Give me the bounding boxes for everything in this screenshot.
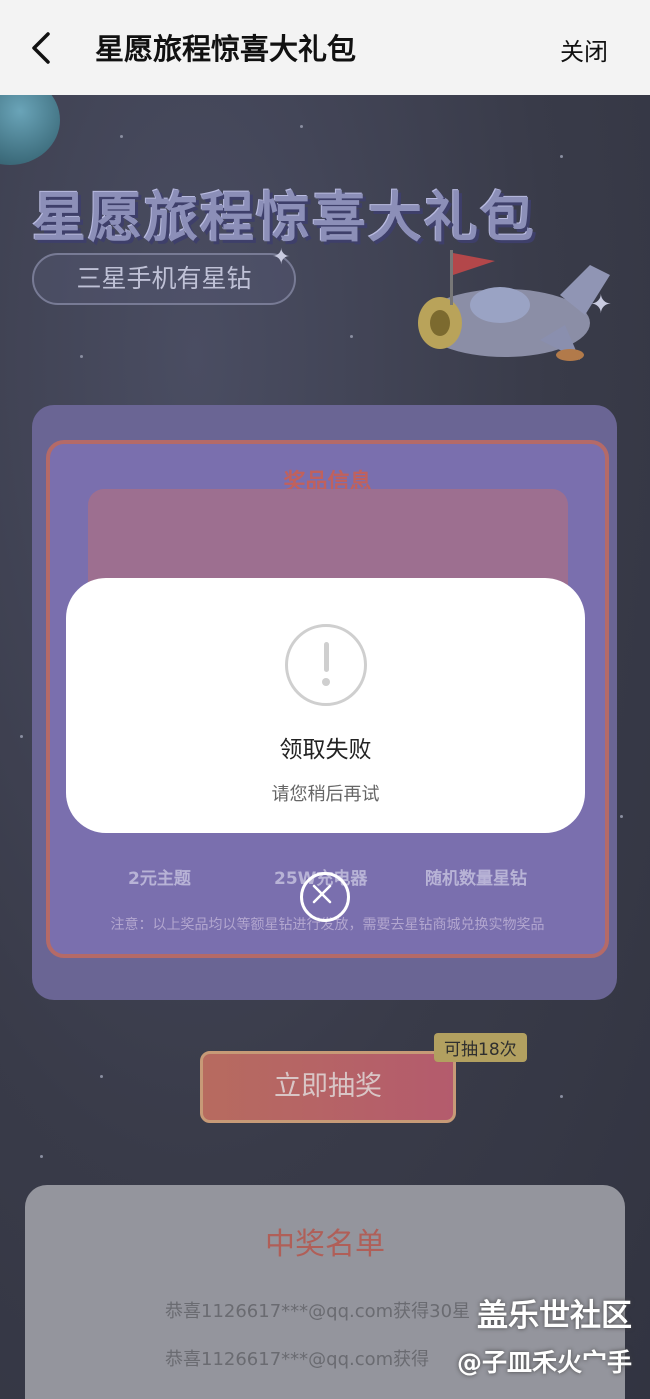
prize-item-theme: 2元主题 <box>128 869 191 889</box>
watermark-handle: @子皿禾火宀手 <box>456 1348 632 1377</box>
prize-item-diamonds: 随机数量星钻 <box>425 869 527 889</box>
winner-row: 恭喜1126617***@qq.com获得30星 <box>165 1301 471 1322</box>
error-dialog: 领取失败 请您稍后再试 <box>66 578 585 833</box>
watermark-title: 盖乐世社区 <box>477 1298 632 1334</box>
exclamation-icon <box>285 624 367 706</box>
top-bar: 星愿旅程惊喜大礼包 关闭 <box>0 0 650 95</box>
hero-subtitle-pill: 三星手机有星钻 <box>32 253 296 305</box>
winners-heading: 中奖名单 <box>265 1227 385 1262</box>
dialog-title: 领取失败 <box>279 737 372 763</box>
dialog-message: 请您稍后再试 <box>271 784 380 805</box>
back-button[interactable] <box>28 30 58 66</box>
close-x-icon <box>312 884 332 904</box>
winner-row: 恭喜1126617***@qq.com获得 <box>165 1349 430 1370</box>
sparkle-icon: ✦ <box>272 245 291 270</box>
draw-count-badge: 可抽18次 <box>434 1033 527 1062</box>
back-arrow-icon <box>32 32 50 64</box>
page-title: 星愿旅程惊喜大礼包 <box>95 32 357 66</box>
spaceship-illustration <box>418 250 610 361</box>
hero-title: 星愿旅程惊喜大礼包 <box>32 186 536 249</box>
dismiss-button[interactable] <box>300 872 350 922</box>
planet-decoration <box>0 95 60 165</box>
close-button[interactable]: 关闭 <box>560 32 608 67</box>
draw-button[interactable]: 立即抽奖 <box>200 1051 456 1123</box>
